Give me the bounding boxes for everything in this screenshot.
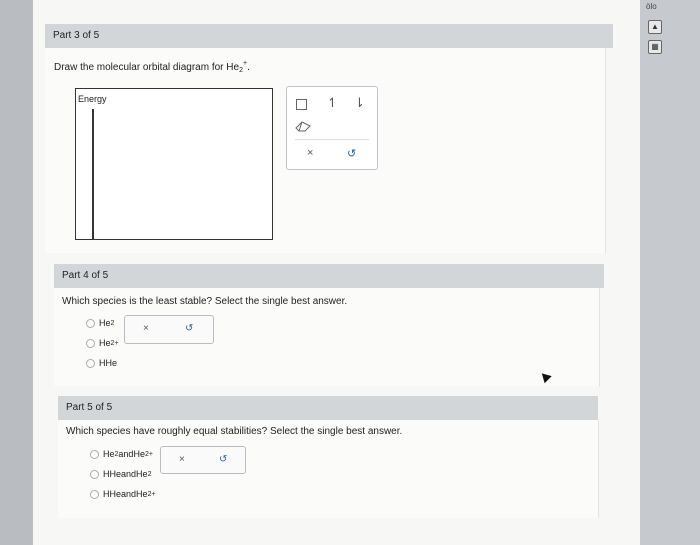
radio-button[interactable] xyxy=(86,358,95,368)
clear-button[interactable]: × xyxy=(307,147,313,159)
toolbox-divider xyxy=(295,139,369,140)
energy-axis xyxy=(92,109,94,239)
part4-header: Part 4 of 5 xyxy=(54,264,604,288)
part5-header-label: Part 5 of 5 xyxy=(66,402,113,413)
eraser-icon[interactable] xyxy=(295,121,311,132)
part4-option-1[interactable]: He 2 xyxy=(86,318,114,328)
drawing-toolbox: ↿ ⇂ × ↺ xyxy=(286,86,378,170)
part4-option-3[interactable]: HHe xyxy=(86,358,117,368)
mo-diagram-canvas[interactable]: Energy xyxy=(75,88,273,240)
undo-button[interactable]: ↺ xyxy=(185,323,193,334)
right-toolbar: ölo ▲ ▦ xyxy=(640,0,700,545)
part5-option-3[interactable]: HHe and He 2 + xyxy=(90,489,156,499)
calculator-icon[interactable]: ▦ xyxy=(648,40,662,54)
part3-header: Part 3 of 5 xyxy=(45,24,613,48)
part3-question: Draw the molecular orbital diagram for H… xyxy=(54,60,250,74)
clear-button[interactable]: × xyxy=(179,454,185,465)
clear-button[interactable]: × xyxy=(143,323,149,334)
part4-question: Which species is the least stable? Selec… xyxy=(62,296,348,307)
radio-button[interactable] xyxy=(86,338,95,348)
part5-question: Which species have roughly equal stabili… xyxy=(66,426,403,437)
energy-axis-label: Energy xyxy=(78,94,107,104)
part5-header: Part 5 of 5 xyxy=(58,396,598,420)
radio-button[interactable] xyxy=(90,489,99,499)
part5-answer-controls: × ↺ xyxy=(160,446,246,474)
part3-header-label: Part 3 of 5 xyxy=(53,30,100,41)
down-arrow-tool[interactable]: ⇂ xyxy=(354,95,365,111)
undo-button[interactable]: ↺ xyxy=(347,147,356,160)
radio-button[interactable] xyxy=(90,469,99,479)
chart-icon[interactable]: ▲ xyxy=(648,20,662,34)
part5-option-1[interactable]: He 2 and He 2 + xyxy=(90,449,153,459)
part4-option-2[interactable]: He 2 + xyxy=(86,338,119,348)
undo-button[interactable]: ↺ xyxy=(219,454,227,465)
orbital-box-tool[interactable] xyxy=(296,99,307,110)
sidebar-top-text: ölo xyxy=(646,2,657,11)
part5-option-2[interactable]: HHe and He 2 xyxy=(90,469,151,479)
radio-button[interactable] xyxy=(86,318,95,328)
radio-button[interactable] xyxy=(90,449,99,459)
part4-answer-controls: × ↺ xyxy=(124,315,214,344)
part4-header-label: Part 4 of 5 xyxy=(62,270,109,281)
up-arrow-tool[interactable]: ↿ xyxy=(327,95,338,111)
